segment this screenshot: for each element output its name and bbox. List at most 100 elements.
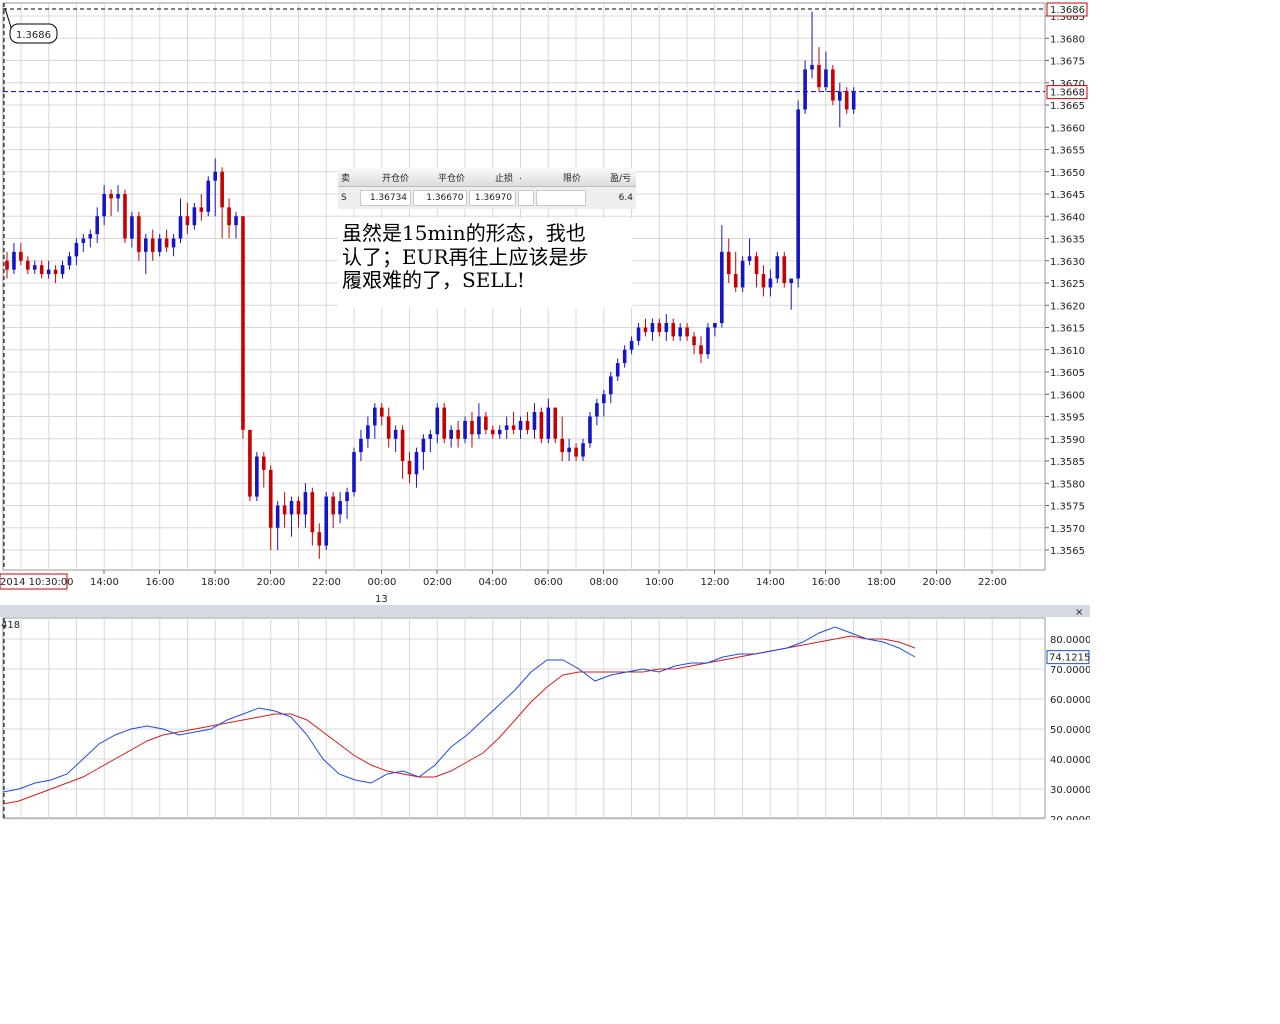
price-tick-label: 1.3585 xyxy=(1050,457,1085,468)
col-pnl: 盈/亏 xyxy=(609,173,631,184)
order-close-price: 1.36670 xyxy=(413,190,468,206)
price-tick-label: 1.3595 xyxy=(1050,413,1085,424)
candle-body xyxy=(713,323,717,328)
candle-body xyxy=(109,194,113,199)
candle-body xyxy=(67,256,72,266)
price-tick-label: 1.3615 xyxy=(1050,324,1085,335)
price-tick-label: 1.3570 xyxy=(1050,524,1085,535)
osc-tick-label: 80.0000 xyxy=(1050,635,1090,646)
col-stop-loss: 止损 xyxy=(494,173,513,184)
candle-body xyxy=(789,278,794,283)
price-tick-label: 1.3640 xyxy=(1050,212,1085,223)
candle-body xyxy=(102,194,106,217)
candle-body xyxy=(310,492,315,533)
candle-body xyxy=(317,532,322,546)
candle-body xyxy=(275,505,280,528)
time-tick-label: 20:00 xyxy=(923,577,952,588)
candle-body xyxy=(810,64,814,70)
time-tick-label: 10:00 xyxy=(645,577,674,588)
candle-body xyxy=(775,256,780,279)
candle-body xyxy=(213,171,217,181)
candle-body xyxy=(761,274,766,288)
oscillator-chart[interactable]: × 80.0000 70.0000 60.0000 50.0000 40.0000 30.… xyxy=(0,605,1090,820)
order-stop-loss-field[interactable]: 1.36970 xyxy=(469,190,517,206)
time-tick-label: 04:00 xyxy=(479,577,508,588)
candle-body xyxy=(60,265,65,275)
candle-body xyxy=(19,251,23,261)
price-tick-label: 1.3590 xyxy=(1050,435,1085,446)
order-dot-field[interactable] xyxy=(518,190,534,206)
candle-body xyxy=(726,251,731,275)
candle-body xyxy=(650,323,655,332)
time-tick-label: 06:00 xyxy=(534,577,563,588)
price-tick-label: 1.3660 xyxy=(1050,123,1085,134)
candle-body xyxy=(782,256,787,283)
candle-body xyxy=(116,194,120,199)
osc-tick-label: 20.0000 xyxy=(1050,815,1090,820)
candle-body xyxy=(449,429,453,439)
oscillator-header-bar xyxy=(0,605,1090,617)
candle-body xyxy=(754,256,759,275)
price-tick-label: 1.3625 xyxy=(1050,279,1085,290)
candle-body xyxy=(144,238,148,252)
candle-body xyxy=(581,443,585,457)
candle-body xyxy=(567,447,571,453)
candle-body xyxy=(352,452,356,493)
annotation-line: 履艰难的了，SELL! xyxy=(342,268,525,292)
candle-body xyxy=(678,327,682,337)
candle-body xyxy=(636,327,641,341)
candle-body xyxy=(248,429,252,497)
time-tick-label: 22:00 xyxy=(978,577,1007,588)
order-panel-header: 卖 开仓价 平仓价 止损 . 限价 盈/亏 xyxy=(338,168,636,187)
price-tick-label: 1.3635 xyxy=(1050,235,1085,246)
candle-body xyxy=(740,260,745,288)
candle-body xyxy=(477,416,481,435)
candle-body xyxy=(32,265,37,270)
candle-body xyxy=(345,492,349,502)
time-tick-label: 14:00 xyxy=(90,577,119,588)
price-tick-label: 1.3575 xyxy=(1050,502,1085,513)
candle-body xyxy=(234,216,238,226)
order-limit-field[interactable] xyxy=(535,190,587,206)
candle-body xyxy=(442,407,447,439)
candle-body xyxy=(560,438,564,453)
candle-body xyxy=(796,109,800,279)
high-price-badge-label: 1.3686 xyxy=(1050,5,1085,16)
candle-body xyxy=(150,238,155,252)
time-tick-label: 18:00 xyxy=(201,577,230,588)
candle-body xyxy=(5,260,9,270)
oscillator-close-icon[interactable]: × xyxy=(1075,607,1083,618)
candle-body xyxy=(511,425,516,430)
time-tick-label: 00:00 xyxy=(368,577,397,588)
order-panel[interactable]: 卖 开仓价 平仓价 止损 . 限价 盈/亏 S 1.36734 1.36670 … xyxy=(338,168,636,212)
price-tick-label: 1.3675 xyxy=(1050,57,1085,68)
price-tick-label: 1.3610 xyxy=(1050,346,1085,357)
candle-body xyxy=(844,91,849,110)
price-tick-label: 1.3620 xyxy=(1050,301,1085,312)
candle-body xyxy=(831,69,835,101)
high-price-badge: 1.3686 xyxy=(1046,2,1088,17)
candle-body xyxy=(282,505,287,515)
time-tick-label: 16:00 xyxy=(146,577,175,588)
price-tick-label: 1.3655 xyxy=(1050,146,1085,157)
current-price-badge: 1.3668 xyxy=(1046,85,1088,100)
order-row[interactable]: S 1.36734 1.36670 1.36970 6.4 xyxy=(338,187,636,209)
price-tick-label: 1.3605 xyxy=(1050,368,1085,379)
col-open-price: 开仓价 xyxy=(381,173,409,184)
candle-body xyxy=(255,456,259,497)
candle-body xyxy=(470,420,474,435)
candle-body xyxy=(838,91,842,101)
order-open-price: 1.36734 xyxy=(360,190,412,206)
osc-tick-label: 70.0000 xyxy=(1050,665,1090,676)
osc-tick-label: 60.0000 xyxy=(1050,695,1090,706)
candle-body xyxy=(747,256,752,261)
osc-tick-label: 30.0000 xyxy=(1050,785,1090,796)
candle-body xyxy=(12,251,16,270)
candle-body xyxy=(803,69,807,110)
time-tick-label: 08:00 xyxy=(590,577,619,588)
time-tick-label: 20:00 xyxy=(257,577,286,588)
candle-body xyxy=(241,216,245,430)
price-tick-label: 1.3680 xyxy=(1050,34,1085,45)
candle-body xyxy=(768,278,773,288)
candle-body xyxy=(720,251,724,324)
